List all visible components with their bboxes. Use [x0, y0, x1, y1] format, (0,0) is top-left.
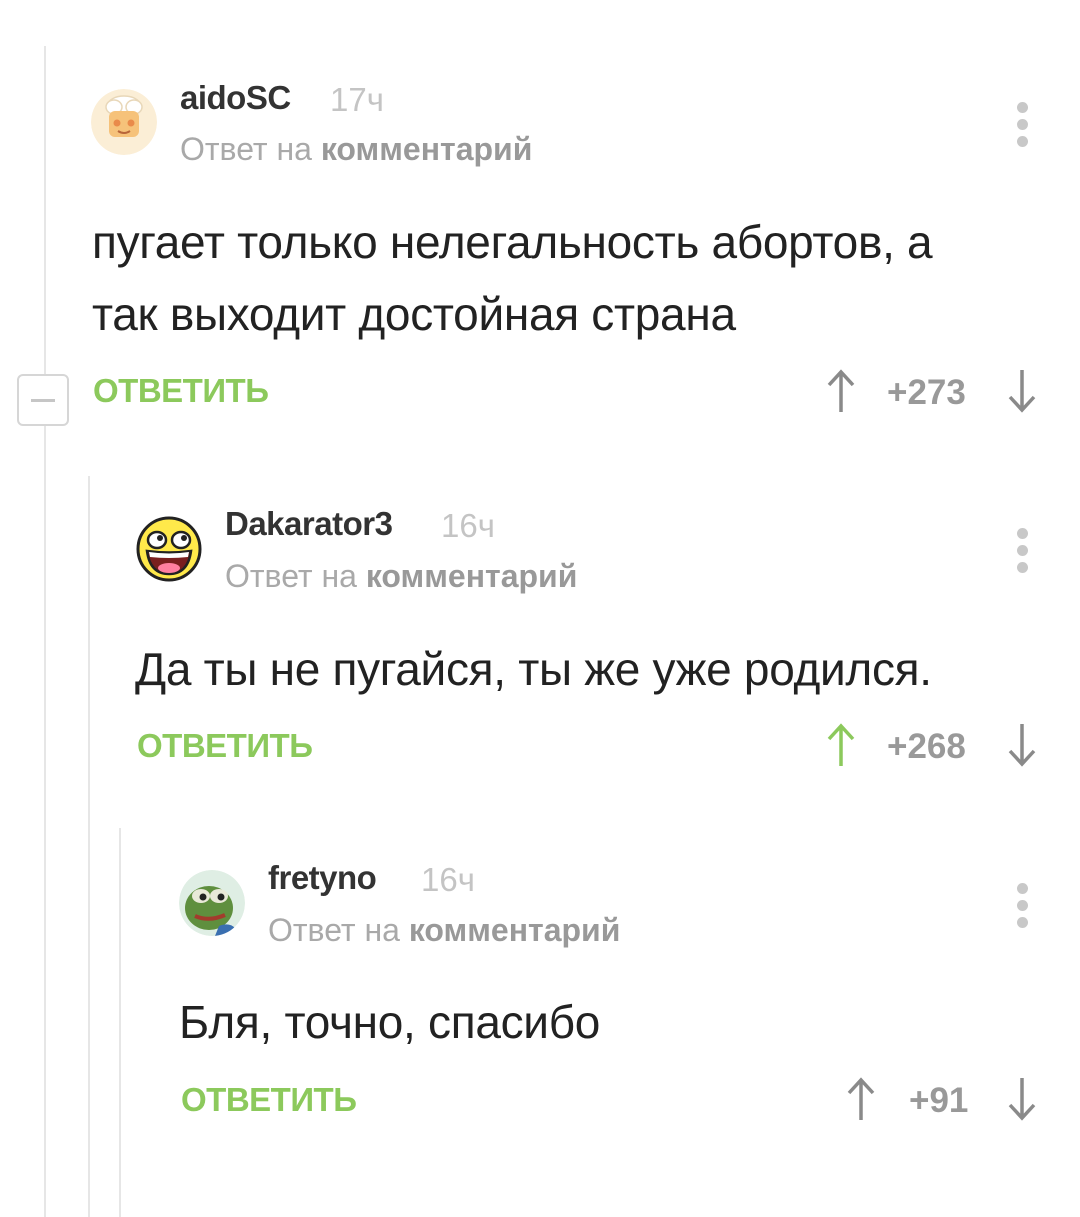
reply-to-line: Ответ на комментарий — [180, 131, 532, 168]
collapse-thread-button[interactable] — [17, 374, 69, 426]
comment-author[interactable]: aidoSC — [180, 79, 291, 117]
more-options-icon[interactable] — [1016, 102, 1028, 153]
reply-to-line: Ответ на комментарий — [225, 558, 577, 595]
comment-text-line: Да ты не пугайся, ты же уже родился. — [135, 643, 932, 695]
reply-to-prefix: Ответ на — [225, 558, 357, 594]
reply-to-prefix: Ответ на — [268, 912, 400, 948]
more-options-icon[interactable] — [1016, 883, 1028, 934]
comment-time: 17ч — [330, 81, 384, 118]
comment-text-line: Бля, точно, спасибо — [179, 996, 601, 1048]
downvote-arrow-icon[interactable] — [1007, 722, 1037, 768]
comment-text-line: пугает только нелегальность абортов, а — [92, 216, 933, 268]
comment-author[interactable]: Dakarator3 — [225, 505, 393, 543]
reply-button[interactable]: ОТВЕТИТЬ — [93, 372, 269, 410]
reply-to-link[interactable]: комментарий — [321, 131, 533, 167]
more-options-icon[interactable] — [1016, 528, 1028, 579]
comment-time: 16ч — [441, 507, 495, 544]
comment-time: 16ч — [421, 861, 475, 898]
reply-to-link[interactable]: комментарий — [409, 912, 621, 948]
chef-avatar[interactable] — [91, 89, 157, 155]
reply-button[interactable]: ОТВЕТИТЬ — [181, 1081, 357, 1119]
comment-score: +273 — [887, 373, 966, 412]
reply-to-link[interactable]: комментарий — [366, 558, 578, 594]
reply-button[interactable]: ОТВЕТИТЬ — [137, 727, 313, 765]
comment-author[interactable]: fretyno — [268, 859, 377, 897]
thread-line-level-2 — [88, 476, 90, 1217]
upvote-arrow-icon[interactable] — [826, 368, 856, 414]
comment-text: Да ты не пугайся, ты же уже родился. — [135, 633, 932, 705]
downvote-arrow-icon[interactable] — [1007, 368, 1037, 414]
thread-line-level-3 — [119, 828, 121, 1217]
upvote-arrow-icon[interactable] — [846, 1076, 876, 1122]
comment-text: Бля, точно, спасибо — [179, 986, 600, 1058]
comment-text-line: так выходит достойная страна — [92, 288, 736, 340]
reply-to-prefix: Ответ на — [180, 131, 312, 167]
thread-line-level-1 — [44, 46, 46, 1217]
pepe-frog-avatar[interactable] — [179, 870, 245, 936]
reply-to-line: Ответ на комментарий — [268, 912, 620, 949]
comment-text: пугает только нелегальность абортов, а т… — [92, 206, 933, 350]
comment-score: +268 — [887, 727, 966, 766]
downvote-arrow-icon[interactable] — [1007, 1076, 1037, 1122]
comment-score: +91 — [909, 1081, 969, 1120]
upvote-arrow-icon[interactable] — [826, 722, 856, 768]
awesome-face-avatar[interactable] — [136, 516, 202, 582]
